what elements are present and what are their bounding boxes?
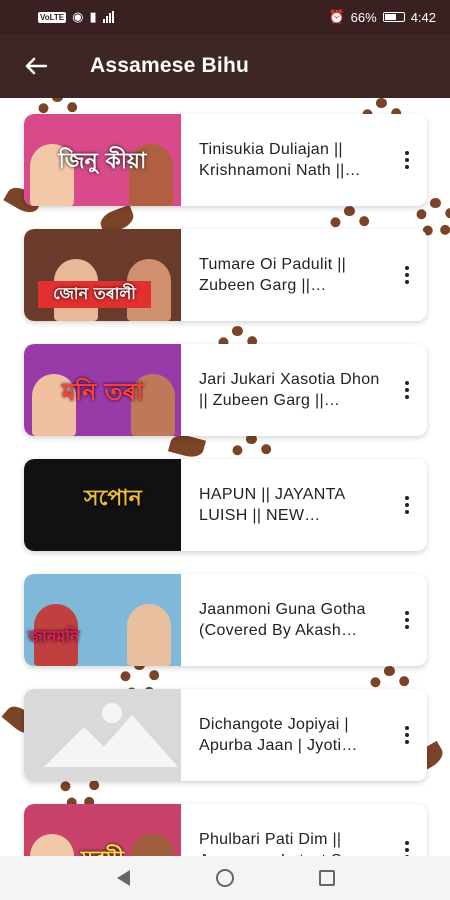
more-options-button[interactable]	[387, 475, 427, 535]
video-title[interactable]: Jari Jukari Xasotia Dhon || Zubeen Garg …	[181, 369, 387, 411]
thumbnail-caption: মৰমী	[24, 842, 181, 856]
thumbnail-caption: জোন তৰালী	[38, 281, 151, 308]
video-card[interactable]: মনি তৰা Jari Jukari Xasotia Dhon || Zube…	[24, 344, 427, 436]
arrow-left-icon	[25, 57, 47, 75]
clock: 4:42	[410, 9, 436, 25]
notification-icon: ▮	[89, 9, 97, 24]
nav-home-button[interactable]	[210, 863, 240, 893]
video-title[interactable]: HAPUN || JAYANTA LUISH || NEW ASSAMESE S…	[181, 484, 387, 526]
more-vert-icon	[405, 266, 409, 284]
wifi-icon: ◉	[72, 9, 84, 24]
thumbnail-caption: জিনু কীয়া	[58, 149, 147, 174]
more-vert-icon	[405, 726, 409, 744]
thumbnail-caption: জানমনি	[28, 627, 80, 646]
video-card[interactable]: জিনু কীয়া Tinisukia Duliajan || Krishna…	[24, 114, 427, 206]
more-vert-icon	[405, 381, 409, 399]
more-options-button[interactable]	[387, 245, 427, 305]
nav-recent-button[interactable]	[312, 863, 342, 893]
square-recent-icon	[319, 870, 335, 886]
more-vert-icon	[405, 841, 409, 856]
video-card[interactable]: মৰমী Phulbari Pati Dim || Assamese Lates…	[24, 804, 427, 856]
more-options-button[interactable]	[387, 820, 427, 856]
more-vert-icon	[405, 611, 409, 629]
video-title[interactable]: Phulbari Pati Dim || Assamese Latest Son…	[181, 829, 387, 856]
video-card[interactable]: সপোন HAPUN || JAYANTA LUISH || NEW ASSAM…	[24, 459, 427, 551]
battery-percent: 66%	[350, 9, 377, 25]
video-card[interactable]: Dichangote Jopiyai | Apurba Jaan | Jyoti…	[24, 689, 427, 781]
video-thumbnail[interactable]: সপোন	[24, 459, 181, 551]
circle-home-icon	[216, 869, 234, 887]
signal-icon	[102, 11, 114, 23]
status-left: VoLTE ◉ ▮	[38, 9, 114, 25]
more-options-button[interactable]	[387, 130, 427, 190]
video-title[interactable]: Tinisukia Duliajan || Krishnamoni Nath |…	[181, 139, 387, 181]
video-card[interactable]: জোন তৰালী Tumare Oi Padulit || Zubeen Ga…	[24, 229, 427, 321]
status-bar: VoLTE ◉ ▮ ⏰ 66% 4:42	[0, 0, 450, 34]
thumbnail-caption: মনি তৰা	[61, 378, 144, 406]
status-right: ⏰ 66% 4:42	[328, 9, 436, 25]
video-thumbnail[interactable]: জোন তৰালী	[24, 229, 181, 321]
decorative-leaf-icon	[167, 431, 207, 461]
battery-icon	[382, 12, 405, 22]
page-title: Assamese Bihu	[90, 54, 250, 77]
thumbnail-caption: সপোন	[84, 486, 142, 511]
video-title[interactable]: Jaanmoni Guna Gotha (Covered By Akash De…	[181, 599, 387, 641]
alarm-icon: ⏰	[328, 9, 345, 24]
more-options-button[interactable]	[387, 705, 427, 765]
more-vert-icon	[405, 496, 409, 514]
more-options-button[interactable]	[387, 360, 427, 420]
video-thumbnail[interactable]: মৰমী	[24, 804, 181, 856]
triangle-back-icon	[116, 870, 130, 886]
volte-icon: VoLTE	[38, 11, 67, 23]
video-list-area[interactable]: জিনু কীয়া Tinisukia Duliajan || Krishna…	[0, 98, 450, 856]
video-thumbnail[interactable]: জিনু কীয়া	[24, 114, 181, 206]
nav-back-button[interactable]	[108, 863, 138, 893]
more-options-button[interactable]	[387, 590, 427, 650]
video-thumbnail[interactable]: মনি তৰা	[24, 344, 181, 436]
video-title[interactable]: Dichangote Jopiyai | Apurba Jaan | Jyoti…	[181, 714, 387, 756]
back-button[interactable]	[0, 34, 72, 98]
more-vert-icon	[405, 151, 409, 169]
video-card[interactable]: জানমনি Jaanmoni Guna Gotha (Covered By A…	[24, 574, 427, 666]
video-thumbnail[interactable]: জানমনি	[24, 574, 181, 666]
app-bar: Assamese Bihu	[0, 34, 450, 98]
video-title[interactable]: Tumare Oi Padulit || Zubeen Garg || Assa…	[181, 254, 387, 296]
image-placeholder-icon[interactable]	[24, 689, 181, 781]
system-nav-bar	[0, 856, 450, 900]
